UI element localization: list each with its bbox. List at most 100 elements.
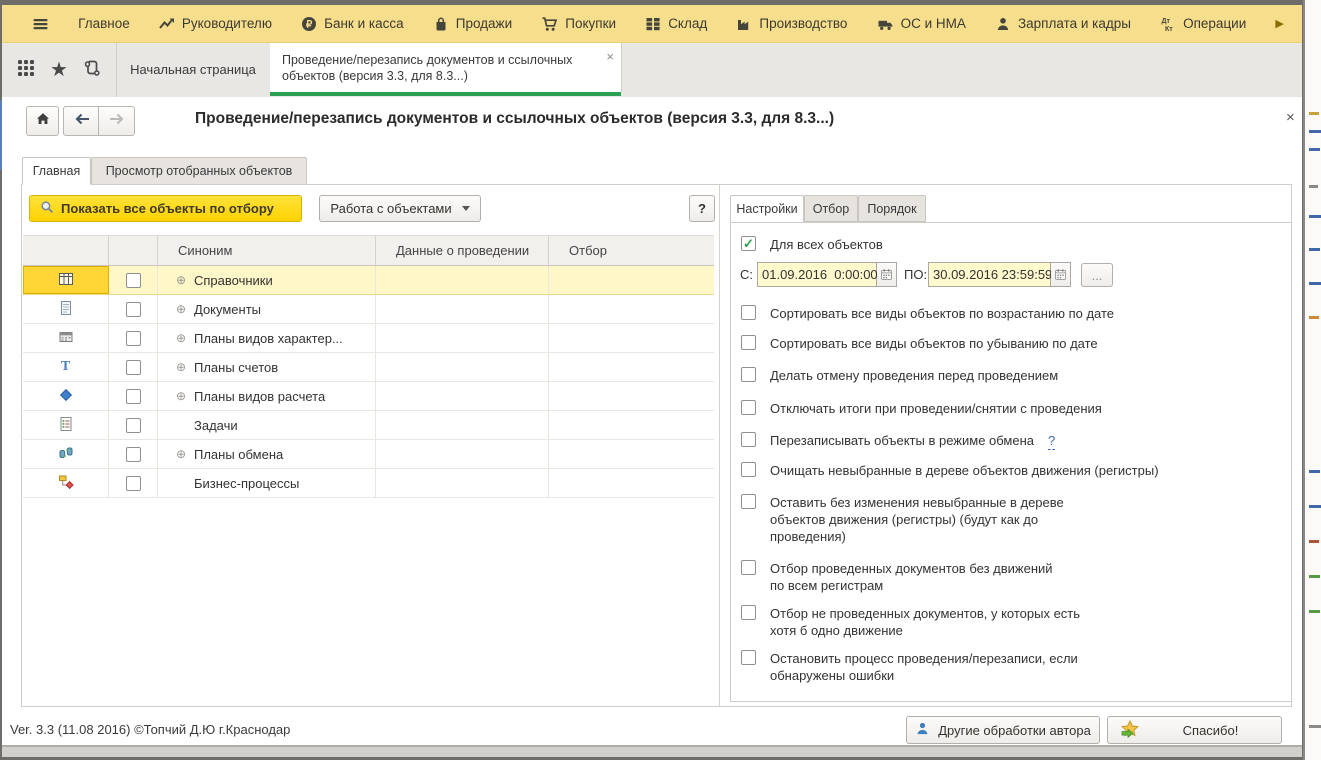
expand-icon[interactable]: ⊕ [176, 360, 188, 374]
table-row-biznes-processy[interactable]: Бизнес-процессы [23, 469, 714, 498]
date-to-calendar-button[interactable] [1051, 262, 1071, 287]
version-text: Ver. 3.3 (11.08 2016) ©Топчий Д.Ю г.Крас… [10, 722, 290, 737]
date-to-field[interactable]: 30.09.2016 23:59:59 [928, 262, 1051, 287]
row-checkbox[interactable] [126, 447, 141, 462]
settings-tab-otbor[interactable]: Отбор [804, 195, 858, 222]
menu-item-zarplata-i-kadry[interactable]: Зарплата и кадры [995, 16, 1131, 32]
expand-icon[interactable]: ⊕ [176, 331, 188, 345]
column-dannye[interactable]: Данные о проведении [376, 236, 549, 265]
table-row-plany-vidov-har[interactable]: ⊕Планы видов характер... [23, 324, 714, 353]
thanks-button[interactable]: Спасибо! [1107, 716, 1282, 744]
table-row-spravochniki[interactable]: ⊕Справочники [23, 266, 714, 295]
main-menu-button[interactable] [32, 16, 49, 32]
help-button[interactable]: ? [689, 195, 715, 222]
back-arrow-icon [74, 112, 91, 131]
open-windows-bar: ★ Начальная страница Проведение/перезапи… [2, 43, 1302, 98]
svg-text:Кт: Кт [1165, 26, 1173, 32]
page-tab-prosmotr[interactable]: Просмотр отобранных объектов [91, 157, 307, 185]
date-from-calendar-button[interactable] [877, 262, 897, 287]
forward-arrow-icon [108, 112, 125, 131]
back-button[interactable] [63, 106, 101, 136]
row-checkbox[interactable] [126, 476, 141, 491]
row-checkbox[interactable] [126, 331, 141, 346]
pane-splitter[interactable] [719, 185, 720, 706]
factory-icon [736, 16, 752, 32]
for-all-objects-checkbox[interactable]: ✓ [741, 236, 756, 251]
tab-document-processing[interactable]: Проведение/перезапись документов и ссыло… [270, 43, 622, 92]
active-tab-underline [270, 92, 621, 96]
option-sort-asc[interactable]: Сортировать все виды объектов по возраст… [741, 305, 1114, 322]
date-to-label: ПО: [904, 267, 927, 282]
row-checkbox[interactable] [126, 302, 141, 317]
option-undo-before[interactable]: Делать отмену проведения перед проведени… [741, 367, 1058, 384]
menu-item-bank-i-kassa[interactable]: ₽ Банк и касса [301, 16, 404, 32]
settings-panel: ✓ Для всех объектов С: 01.09.2016 0:00:0… [730, 222, 1292, 702]
ruble-icon: ₽ [301, 16, 317, 32]
page-title: Проведение/перезапись документов и ссыло… [195, 110, 834, 128]
menu-item-rukovoditelyu[interactable]: Руководителю [159, 16, 272, 32]
tasks-icon [58, 416, 74, 435]
table-row-dokumenty[interactable]: ⊕Документы [23, 295, 714, 324]
home-button[interactable] [26, 106, 59, 136]
option-clear-unselected[interactable]: Очищать невыбранные в дереве объектов дв… [741, 462, 1159, 479]
date-from-field[interactable]: 01.09.2016 0:00:00 [757, 262, 877, 287]
period-more-button[interactable]: ... [1081, 263, 1113, 287]
form-close-icon[interactable]: × [1286, 109, 1295, 126]
table-row-plany-schetov[interactable]: T ⊕Планы счетов [23, 353, 714, 382]
table-row-plany-obmena[interactable]: ⊕Планы обмена [23, 440, 714, 469]
option-stop-on-errors[interactable]: Остановить процесс проведения/перезаписи… [741, 650, 1078, 684]
option-rewrite-exchange[interactable]: Перезаписывать объекты в режиме обмена? [741, 432, 1055, 450]
menu-item-proizvodstvo[interactable]: Производство [736, 16, 847, 32]
menu-item-glavnoe[interactable]: Главное [78, 16, 130, 31]
menu-item-pokupki[interactable]: Покупки [541, 16, 616, 32]
tab-home-page[interactable]: Начальная страница [116, 43, 271, 96]
menu-item-sklad[interactable]: Склад [645, 16, 707, 32]
exchange-icon [58, 445, 74, 464]
menu-overflow-icon[interactable]: ▶ [1275, 17, 1283, 30]
settings-tab-poryadok[interactable]: Порядок [858, 195, 926, 222]
all-functions-grid-icon[interactable] [17, 59, 35, 82]
home-icon [35, 111, 51, 131]
option-filter-no-movements[interactable]: Отбор проведенных документов без движени… [741, 560, 1053, 594]
for-all-objects-option[interactable]: ✓ Для всех объектов [741, 236, 883, 253]
table-row-zadachi[interactable]: Задачи [23, 411, 714, 440]
bricks-icon [645, 16, 661, 32]
expand-icon[interactable]: ⊕ [176, 447, 188, 461]
dropdown-arrow-icon [462, 206, 470, 211]
service-buttons: ★ [2, 43, 117, 97]
table-row-plany-vidov-rascheta[interactable]: ⊕Планы видов расчета [23, 382, 714, 411]
truck-icon [877, 16, 894, 32]
option-keep-unselected[interactable]: Оставить без изменения невыбранные в дер… [741, 494, 1064, 545]
favorites-star-icon[interactable]: ★ [50, 60, 68, 80]
column-otbor[interactable]: Отбор [549, 236, 713, 265]
business-process-icon [58, 474, 74, 493]
menu-item-operacii[interactable]: ДтКт Операции [1160, 16, 1246, 32]
option-disable-totals[interactable]: Отключать итоги при проведении/снятии с … [741, 400, 1102, 417]
row-checkbox[interactable] [126, 273, 141, 288]
option-sort-desc[interactable]: Сортировать все виды объектов по убывани… [741, 335, 1098, 352]
expand-icon[interactable]: ⊕ [176, 273, 188, 287]
row-checkbox[interactable] [126, 389, 141, 404]
menu-item-prodazhi[interactable]: Продажи [433, 16, 512, 32]
tab-close-icon[interactable]: × [606, 49, 614, 65]
window-bottom-frame [2, 747, 1302, 757]
menu-item-os-i-nma[interactable]: ОС и НМА [877, 16, 966, 32]
expand-icon[interactable]: ⊕ [176, 302, 188, 316]
catalog-icon [58, 271, 74, 290]
expand-icon[interactable]: ⊕ [176, 389, 188, 403]
background-window-sliver [1303, 0, 1321, 760]
settings-tab-nastroyki[interactable]: Настройки [730, 195, 804, 222]
row-checkbox[interactable] [126, 360, 141, 375]
column-sinonim[interactable]: Синоним [158, 236, 376, 265]
history-icon[interactable] [83, 59, 101, 82]
page-tab-glavnaya[interactable]: Главная [22, 157, 91, 185]
row-checkbox[interactable] [126, 418, 141, 433]
work-with-objects-dropdown[interactable]: Работа с объектами [319, 195, 481, 222]
show-all-objects-button[interactable]: Показать все объекты по отбору [29, 195, 302, 222]
cart-icon [541, 16, 558, 32]
option-filter-unposted-with-movements[interactable]: Отбор не проведенных документов, у котор… [741, 605, 1080, 639]
other-works-button[interactable]: Другие обработки автора [906, 716, 1100, 744]
forward-button[interactable] [98, 106, 135, 136]
option-help-link[interactable]: ? [1048, 432, 1055, 450]
dtkt-icon: ДтКт [1160, 16, 1176, 32]
